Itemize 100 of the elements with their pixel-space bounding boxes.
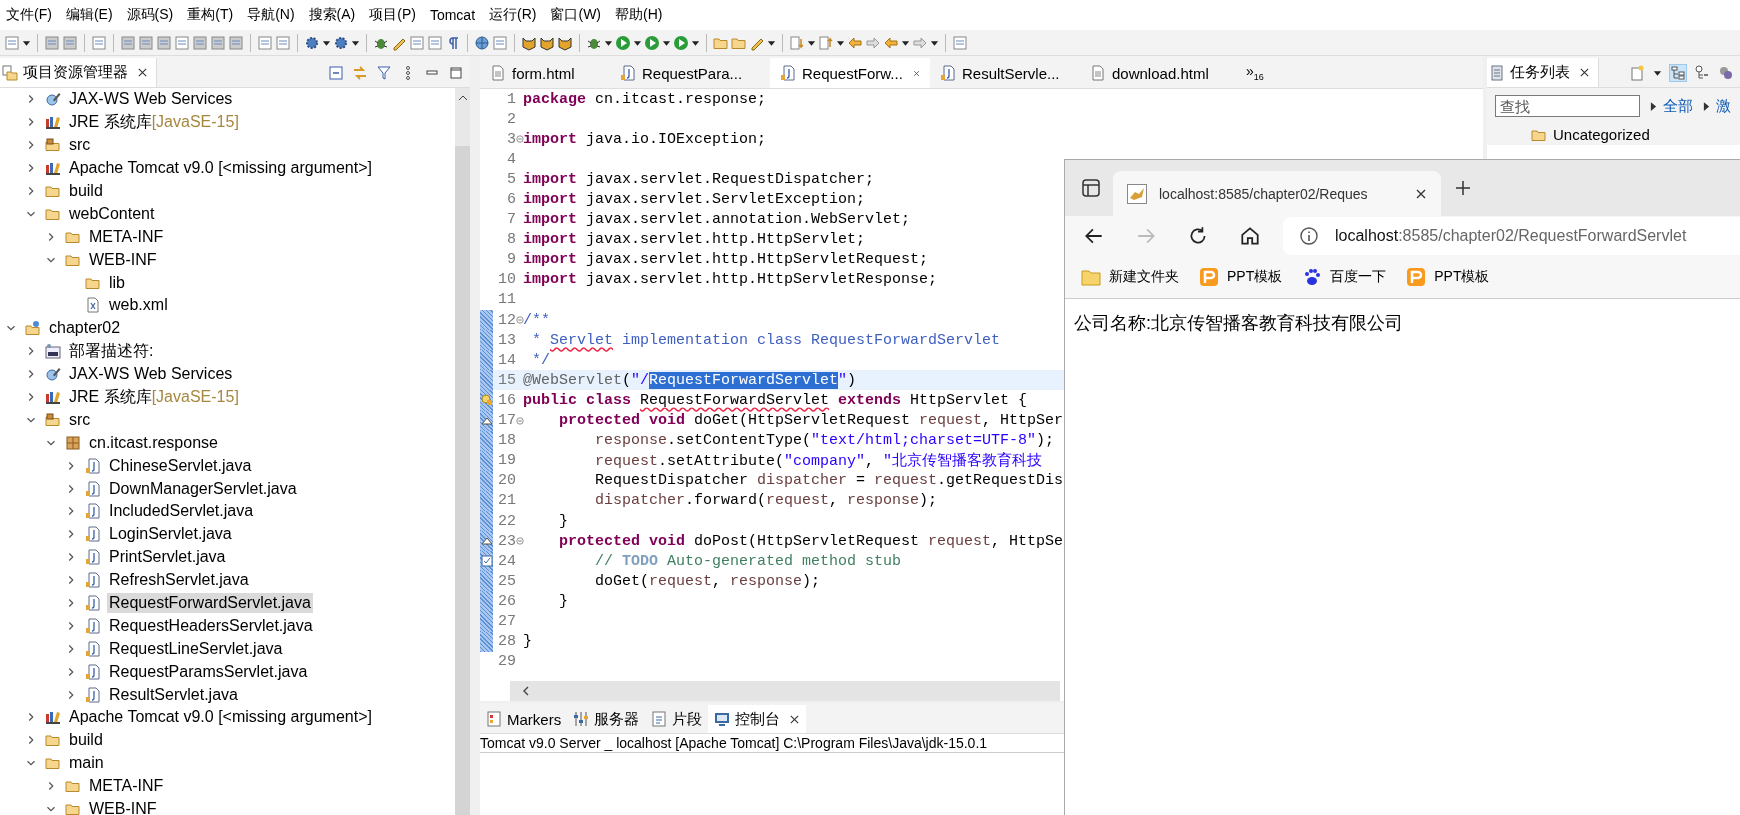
- tree-item[interactable]: RequestHeadersServlet.java: [107, 615, 315, 636]
- gear-icon[interactable]: [304, 34, 320, 51]
- tree-item[interactable]: src: [67, 409, 93, 430]
- menu-item[interactable]: 编辑(E): [65, 6, 113, 24]
- sliders-icon: [573, 711, 590, 727]
- address-bar[interactable]: localhost:8585/chapter02/RequestForwardServlet: [1283, 217, 1740, 255]
- menu-item[interactable]: 源码(S): [126, 6, 174, 24]
- tree-item[interactable]: main: [67, 753, 106, 774]
- java-file-icon: [85, 663, 101, 680]
- java-file-icon: [85, 617, 101, 634]
- tree-item[interactable]: Apache Tomcat v9.0 [<missing argument>]: [67, 158, 374, 179]
- menu-item[interactable]: 重构(T): [187, 6, 234, 24]
- line-number: 15: [497, 371, 516, 389]
- close-icon[interactable]: [1415, 187, 1427, 200]
- bookmark[interactable]: PPT模板: [1199, 267, 1283, 287]
- tree-item[interactable]: META-INF: [87, 226, 166, 247]
- tree-item[interactable]: ResultServlet.java: [107, 684, 240, 705]
- tree-item[interactable]: WEB-INF: [87, 249, 159, 270]
- tab-overflow[interactable]: »$_{16}$: [1246, 62, 1264, 82]
- menu-item[interactable]: 导航(N): [247, 6, 295, 24]
- view-tab[interactable]: 任务列表: [1487, 58, 1599, 87]
- menu-item[interactable]: 搜索(A): [308, 6, 356, 24]
- sidebar-icon[interactable]: [1081, 178, 1101, 198]
- tree-item[interactable]: DownManagerServlet.java: [107, 478, 299, 499]
- code-line: * Servlet implementation class RequestForwardServlet: [531, 331, 1001, 349]
- tree-item[interactable]: JRE 系统库[JavaSE-15]: [67, 110, 241, 134]
- filter-icon[interactable]: [376, 64, 392, 81]
- globe-icon[interactable]: [474, 34, 490, 51]
- spheres-icon[interactable]: [1718, 64, 1734, 81]
- bookmark[interactable]: 新建文件夹: [1081, 267, 1179, 287]
- tree-item[interactable]: src: [67, 135, 93, 156]
- tree-view-icon[interactable]: [1670, 64, 1686, 81]
- menu-item[interactable]: 帮助(H): [615, 6, 663, 24]
- close-icon[interactable]: [1579, 67, 1590, 78]
- view-tab[interactable]: Markers: [480, 705, 568, 733]
- tree-item[interactable]: RequestForwardServlet.java: [107, 593, 313, 614]
- tree-item[interactable]: JAX-WS Web Services: [67, 89, 235, 110]
- home-icon[interactable]: [1239, 225, 1261, 247]
- menu-item[interactable]: Tomcat: [429, 7, 476, 23]
- triangle-icon[interactable]: [481, 535, 493, 548]
- bookmark[interactable]: 百度一下: [1302, 267, 1387, 287]
- line-number: 28: [497, 633, 516, 651]
- maximize-icon[interactable]: [448, 64, 464, 81]
- scrollbar[interactable]: [510, 681, 1060, 701]
- bookmark[interactable]: PPT模板: [1406, 267, 1490, 287]
- tree-item[interactable]: build: [67, 181, 105, 201]
- view-tab[interactable]: 项目资源管理器: [0, 58, 157, 87]
- tree-item[interactable]: webContent: [67, 203, 157, 224]
- java-file-icon: [85, 595, 101, 612]
- package-folder-icon: [45, 411, 61, 428]
- editor-tab[interactable]: RequestPara...: [610, 58, 770, 88]
- gear-icon[interactable]: [333, 34, 349, 51]
- tree-item[interactable]: WEB-INF: [87, 799, 159, 815]
- code-line: // TODO Auto-generated method stub: [594, 552, 902, 570]
- tree-item[interactable]: RequestLineServlet.java: [107, 638, 285, 659]
- tree-item[interactable]: IncludedServlet.java: [107, 501, 256, 522]
- tree-item[interactable]: PrintServlet.java: [107, 547, 228, 568]
- menu-item[interactable]: 文件(F): [6, 6, 52, 24]
- view-tab[interactable]: 控制台: [708, 705, 807, 733]
- browser-tab[interactable]: localhost:8585/chapter02/Reques: [1113, 171, 1441, 216]
- menu-item[interactable]: 运行(R): [489, 6, 537, 24]
- filter-link[interactable]: 激: [1716, 96, 1731, 116]
- editor-tab[interactable]: download.html: [1080, 58, 1230, 88]
- tree-item[interactable]: ChineseServlet.java: [107, 455, 254, 476]
- tree-item[interactable]: cn.itcast.response: [87, 432, 220, 453]
- close-icon[interactable]: [137, 67, 148, 78]
- tree-item[interactable]: META-INF: [87, 776, 166, 797]
- tree-item[interactable]: RefreshServlet.java: [107, 570, 251, 591]
- tree-item[interactable]: 部署描述符:: [67, 339, 156, 363]
- folder-icon: [45, 732, 61, 749]
- menu-item[interactable]: 窗口(W): [550, 6, 601, 24]
- deployment-icon: [45, 343, 61, 360]
- close-icon[interactable]: [789, 713, 801, 725]
- java-file-icon: [85, 572, 101, 589]
- plus-icon[interactable]: [1453, 178, 1473, 198]
- tree-item[interactable]: RequestParamsServlet.java: [107, 661, 310, 682]
- tree-item[interactable]: web.xml: [107, 295, 170, 316]
- tree-item[interactable]: JRE 系统库[JavaSE-15]: [67, 385, 241, 409]
- editor-tab[interactable]: form.html: [480, 58, 610, 88]
- tree-item[interactable]: lib: [107, 272, 127, 293]
- tree-item[interactable]: build: [67, 730, 105, 751]
- tree-item[interactable]: JAX-WS Web Services: [67, 364, 235, 385]
- search-field[interactable]: 查找: [1495, 95, 1640, 117]
- view-tab[interactable]: 片段: [645, 705, 709, 733]
- filter-link[interactable]: 全部: [1663, 96, 1693, 116]
- view-tab[interactable]: 服务器: [567, 705, 646, 733]
- tree-item[interactable]: Apache Tomcat v9.0 [<missing argument>]: [67, 707, 374, 728]
- books-icon: [45, 114, 61, 131]
- collapse-icon[interactable]: [328, 64, 344, 81]
- clock-list-icon[interactable]: [1694, 64, 1710, 81]
- tree-item[interactable]: LoginServlet.java: [107, 524, 234, 545]
- task-icon[interactable]: [481, 555, 493, 568]
- editor-tab[interactable]: ResultServle...: [930, 58, 1080, 88]
- code-line: import javax.servlet.http.HttpServletResponse;: [523, 271, 938, 289]
- tree-item[interactable]: chapter02: [47, 318, 123, 339]
- editor-tab[interactable]: RequestForw...: [770, 58, 930, 88]
- books-icon: [45, 389, 61, 405]
- menu-item[interactable]: 项目(P): [369, 6, 416, 24]
- page-text: 公司名称:北京传智播客教育科技有限公司: [1074, 313, 1403, 333]
- monitor-icon: [714, 711, 731, 727]
